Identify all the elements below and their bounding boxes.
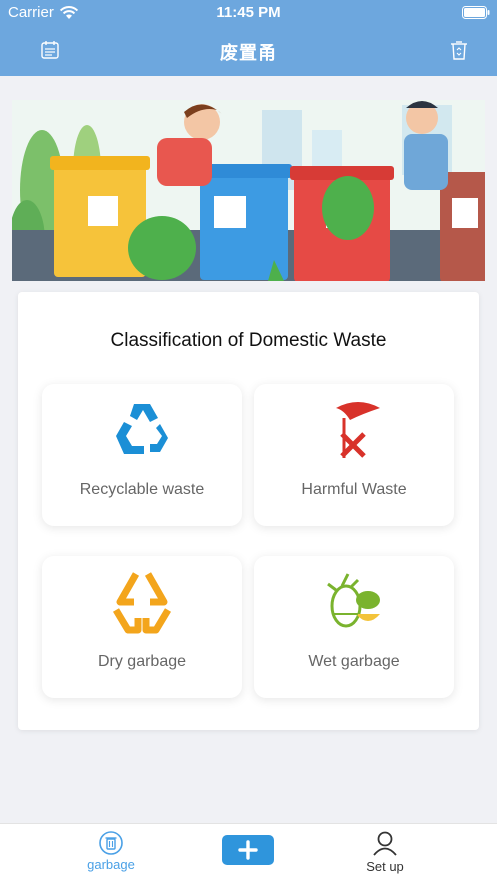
tile-label: Wet garbage <box>308 653 400 670</box>
harmful-icon <box>336 402 380 458</box>
battery-icon <box>462 6 490 19</box>
dry-garbage-icon <box>112 572 172 634</box>
tile-harmful[interactable]: Harmful Waste <box>254 384 454 526</box>
clock: 11:45 PM <box>216 4 281 21</box>
wet-garbage-icon <box>327 573 380 628</box>
tile-dry-garbage[interactable]: Dry garbage <box>42 556 242 698</box>
tab-garbage[interactable]: garbage <box>70 824 152 884</box>
tab-bar: garbage Set up <box>0 823 497 884</box>
status-bar: Carrier 11:45 PM <box>0 0 497 26</box>
tile-label: Dry garbage <box>97 653 187 670</box>
app-header: Carrier 11:45 PM 废置甬 <box>0 0 497 76</box>
tile-label: Harmful Waste <box>301 481 407 498</box>
trash-icon[interactable] <box>450 40 468 61</box>
trash-can-icon <box>99 831 123 855</box>
person-icon <box>373 831 397 856</box>
tile-wet-garbage[interactable]: Wet garbage <box>254 556 454 698</box>
page-title: 废置甬 <box>220 43 277 63</box>
tile-recyclable[interactable]: Recyclable waste <box>42 384 242 526</box>
banner-illustration <box>12 100 485 281</box>
tab-label: garbage <box>87 857 135 872</box>
add-button[interactable] <box>222 835 274 865</box>
card-title: Classification of Domestic Waste <box>110 330 387 351</box>
tab-set-up[interactable]: Set up <box>345 824 425 884</box>
plus-icon <box>238 840 258 860</box>
tile-label: Recyclable waste <box>79 481 205 498</box>
recycle-icon <box>116 404 168 454</box>
classification-card: Classification of Domestic Waste Recycla… <box>18 292 479 730</box>
garbage-sorting-banner <box>12 100 485 281</box>
tab-label: Set up <box>366 859 404 874</box>
